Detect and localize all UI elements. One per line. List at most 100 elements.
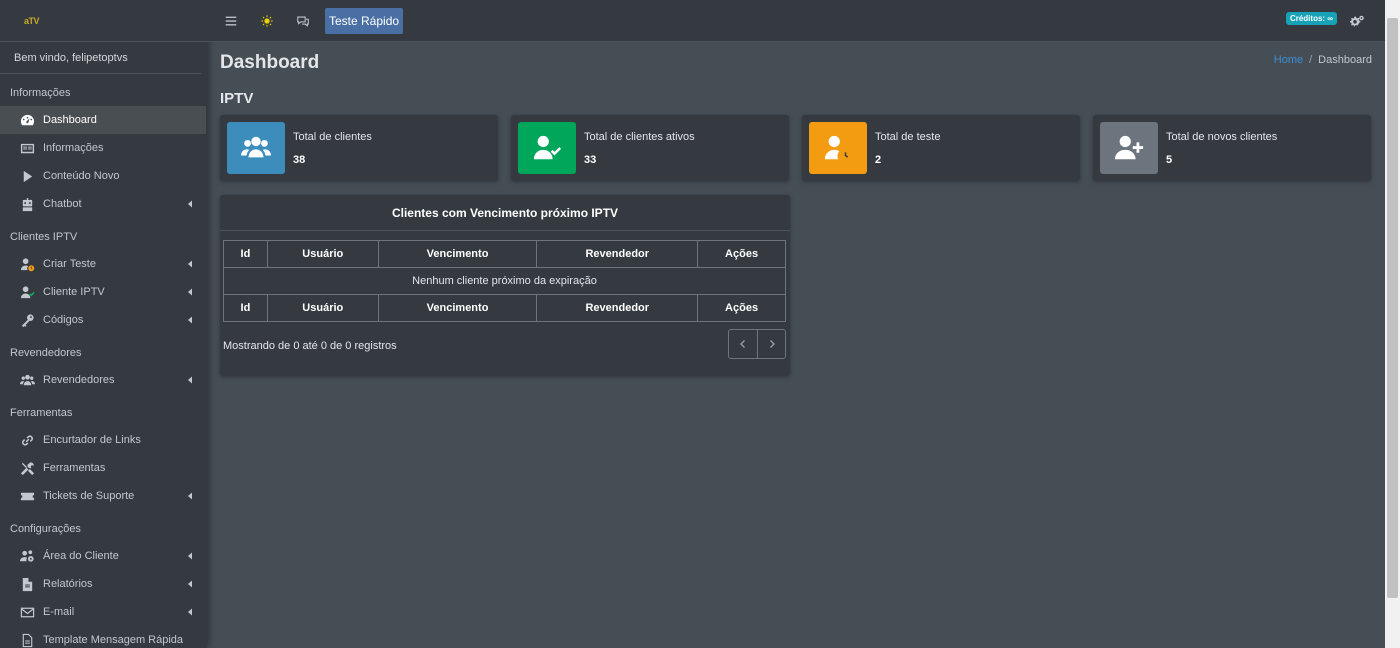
sidebar-nav: Informações Dashboard Informações Conteúdo … <box>0 80 207 648</box>
info-box-value: 38 <box>293 153 306 166</box>
menu-toggle-button[interactable] <box>213 7 249 35</box>
sidebar-item-revendedores[interactable]: Revendedores <box>0 366 206 394</box>
sidebar-item-codigos[interactable]: Códigos <box>0 306 206 334</box>
nav-section-header: Revendedores <box>10 347 82 359</box>
sidebar-item-conteudo-novo[interactable]: Conteúdo Novo <box>0 162 206 190</box>
card-title: Clientes com Vencimento próximo IPTV <box>220 195 790 231</box>
info-box: Total de novos clientes 5 <box>1093 115 1371 181</box>
key-icon <box>18 313 36 327</box>
settings-button[interactable] <box>1349 14 1365 30</box>
user-check-icon <box>518 122 576 174</box>
column-header[interactable]: Vencimento <box>377 240 538 268</box>
tools-icon <box>18 461 36 475</box>
file-alt-icon <box>18 633 36 647</box>
chevron-right-icon <box>769 340 775 348</box>
sidebar-item-label: Encurtador de Links <box>43 434 141 446</box>
quick-test-button[interactable]: Teste Rápido <box>325 7 404 34</box>
chevron-left-icon <box>186 260 194 268</box>
column-header[interactable]: Vencimento <box>377 294 538 322</box>
info-box-content: Total de teste 2 <box>875 122 940 174</box>
sidebar-item-encurtador-de-links[interactable]: Encurtador de Links <box>0 426 206 454</box>
info-box-content: Total de novos clientes 5 <box>1166 122 1277 174</box>
sidebar-item-chatbot[interactable]: Chatbot <box>0 190 206 218</box>
info-box: Total de clientes ativos 33 <box>511 115 789 181</box>
column-header[interactable]: Id <box>223 294 268 322</box>
sidebar-item-criar-teste[interactable]: Criar Teste <box>0 250 206 278</box>
sidebar-item-informacoes[interactable]: Informações <box>0 134 206 162</box>
info-box-label: Total de novos clientes <box>1166 130 1278 143</box>
users-cog-icon <box>18 549 36 563</box>
sidebar-item-label: Ferramentas <box>43 462 106 474</box>
table-row: Nenhum cliente próximo da expiração <box>223 267 786 295</box>
sidebar-item-tickets-de-suporte[interactable]: Tickets de Suporte <box>0 482 206 510</box>
column-header[interactable]: Id <box>223 240 268 268</box>
sidebar-item-label: E-mail <box>43 606 75 618</box>
file-icon <box>18 577 36 591</box>
info-boxes: Total de clientes 38 Total de clientes ati… <box>220 115 1372 181</box>
sidebar-item-relatorios[interactable]: Relatórios <box>0 570 206 598</box>
sidebar-item-cliente-iptv[interactable]: Cliente IPTV <box>0 278 206 306</box>
dashboard-icon <box>18 113 36 127</box>
user-clock-icon <box>809 122 867 174</box>
sidebar-item-template-mensagem-rapida[interactable]: Template Mensagem Rápida <box>0 626 206 648</box>
nav-section-header: Informações <box>10 87 71 99</box>
link-icon <box>18 433 36 447</box>
chevron-left-icon <box>186 288 194 296</box>
brand-logo-area[interactable]: aTV <box>0 0 207 42</box>
column-header[interactable]: Ações <box>697 240 786 268</box>
previous-page-button[interactable] <box>729 330 757 358</box>
empty-message: Nenhum cliente próximo da expiração <box>223 267 786 295</box>
users-icon <box>227 122 285 174</box>
column-header[interactable]: Revendedor <box>536 294 699 322</box>
breadcrumb-separator: / <box>1309 54 1313 66</box>
sidebar-item-dashboard[interactable]: Dashboard <box>0 106 206 134</box>
sidebar: aTV Bem vindo, felipetoptvs Informações D… <box>0 0 207 648</box>
chevron-left-icon <box>186 552 194 560</box>
info-box-value: 2 <box>875 153 882 166</box>
robot-icon <box>18 197 36 211</box>
column-header[interactable]: Usuário <box>266 240 379 268</box>
breadcrumb-home-link[interactable]: Home <box>1274 54 1303 66</box>
sidebar-item-e-mail[interactable]: E-mail <box>0 598 206 626</box>
info-box: Total de teste 2 <box>802 115 1080 181</box>
nav-section-header: Clientes IPTV <box>10 231 78 243</box>
theme-toggle-button[interactable] <box>249 7 285 35</box>
chevron-left-icon <box>186 580 194 588</box>
sidebar-item-label: Informações <box>43 142 104 154</box>
pagination <box>728 329 786 359</box>
topbar: Teste Rápido Créditos: ∞ <box>207 0 1385 42</box>
sidebar-item-ferramentas[interactable]: Ferramentas <box>0 454 206 482</box>
comments-icon <box>297 16 309 27</box>
chevron-left-icon <box>186 492 194 500</box>
chevron-left-icon <box>186 376 194 384</box>
column-header[interactable]: Revendedor <box>536 240 699 268</box>
next-page-button[interactable] <box>757 330 785 358</box>
chat-button[interactable] <box>285 7 321 35</box>
sidebar-item-area-do-cliente[interactable]: Área do Cliente <box>0 542 206 570</box>
page-scrollbar[interactable] <box>1385 0 1400 648</box>
column-header[interactable]: Usuário <box>266 294 379 322</box>
info-box-content: Total de clientes ativos 33 <box>584 122 695 174</box>
play-icon <box>18 169 36 183</box>
user-plus-icon <box>1100 122 1158 174</box>
breadcrumb-current: Dashboard <box>1318 54 1372 66</box>
sun-icon <box>261 14 273 27</box>
ticket-icon <box>18 489 36 503</box>
section-title: IPTV <box>220 90 254 107</box>
info-box-value: 33 <box>584 153 597 166</box>
page-title: Dashboard <box>220 52 320 73</box>
scrollbar-thumb[interactable] <box>1387 18 1398 598</box>
sidebar-item-label: Template Mensagem Rápida <box>43 634 184 646</box>
nav-section-header: Configurações <box>10 523 81 535</box>
sidebar-item-label: Conteúdo Novo <box>43 170 120 182</box>
table-header-row: Id Usuário Vencimento Revendedor Ações <box>223 240 786 268</box>
user-check-icon <box>18 285 36 299</box>
info-box-label: Total de clientes <box>293 130 372 143</box>
column-header[interactable]: Ações <box>697 294 786 322</box>
nav-section-header: Ferramentas <box>10 407 73 419</box>
brand-logo[interactable]: aTV <box>24 16 40 26</box>
sidebar-item-label: Área do Cliente <box>43 550 119 562</box>
sidebar-item-label: Tickets de Suporte <box>43 490 135 502</box>
info-box-value: 5 <box>1166 153 1173 166</box>
breadcrumb: Home / Dashboard <box>1274 54 1372 66</box>
